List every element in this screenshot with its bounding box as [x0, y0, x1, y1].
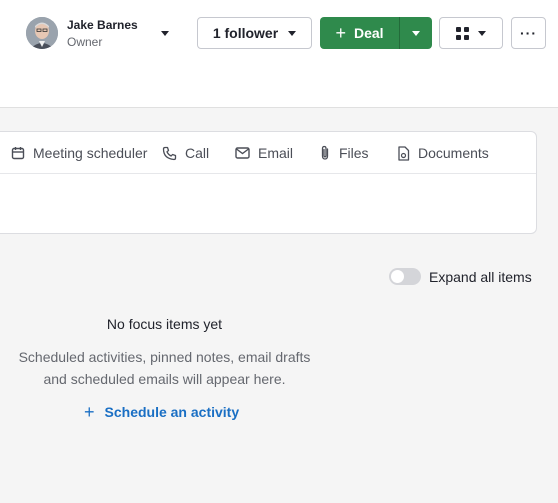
ellipsis-icon: ···: [520, 25, 537, 41]
tab-label: Documents: [418, 145, 489, 161]
composer-card: Meeting scheduler Call Email Files Docum…: [0, 131, 537, 234]
document-icon: [398, 145, 410, 161]
plus-icon: +: [335, 23, 346, 43]
tab-files[interactable]: Files: [319, 132, 369, 174]
tab-email[interactable]: Email: [235, 132, 293, 174]
schedule-activity-label: Schedule an activity: [104, 404, 240, 420]
tab-meeting-scheduler[interactable]: Meeting scheduler: [11, 132, 147, 174]
followers-button[interactable]: 1 follower: [197, 17, 312, 49]
tab-label: Email: [258, 145, 294, 161]
owner-selector[interactable]: Jake Barnes Owner: [26, 17, 169, 49]
tab-call[interactable]: Call: [162, 132, 209, 174]
more-actions-button[interactable]: ···: [511, 17, 546, 49]
tab-label: Meeting scheduler: [33, 145, 148, 161]
chevron-down-icon: [478, 30, 486, 36]
deal-options-button[interactable]: [399, 17, 432, 49]
empty-desc-line: and scheduled emails will appear here.: [43, 371, 286, 387]
deal-label: Deal: [353, 25, 384, 41]
calendar-icon: [11, 147, 25, 160]
toggle-switch[interactable]: [389, 268, 421, 285]
chevron-down-icon: [412, 30, 420, 36]
add-deal-button[interactable]: + Deal: [320, 17, 399, 49]
expand-all-label: Expand all items: [429, 268, 532, 285]
paperclip-icon: [321, 145, 329, 160]
schedule-activity-link[interactable]: + Schedule an activity: [84, 403, 239, 421]
owner-name: Jake Barnes: [67, 17, 138, 32]
chevron-down-icon: [160, 30, 169, 36]
owner-role: Owner: [67, 34, 103, 49]
empty-state-description: Scheduled activities, pinned notes, emai…: [0, 346, 329, 390]
grid-icon: [456, 26, 469, 40]
empty-desc-line: Scheduled activities, pinned notes, emai…: [18, 349, 311, 365]
tab-label: Call: [185, 145, 210, 161]
chevron-down-icon: [288, 30, 297, 36]
detail-header: Jake Barnes Owner 1 follower + Deal ···: [0, 0, 558, 108]
avatar: [26, 17, 58, 49]
expand-all-toggle[interactable]: Expand all items: [389, 268, 532, 285]
envelope-icon: [235, 147, 250, 159]
followers-label: 1 follower: [212, 25, 279, 41]
composer-tabs: Meeting scheduler Call Email Files Docum…: [0, 132, 536, 174]
plus-icon: +: [84, 402, 95, 422]
phone-icon: [162, 146, 177, 160]
empty-state-title: No focus items yet: [106, 316, 223, 332]
tab-documents[interactable]: Documents: [397, 132, 489, 174]
view-switcher-button[interactable]: [439, 17, 503, 49]
tab-label: Files: [339, 145, 369, 161]
